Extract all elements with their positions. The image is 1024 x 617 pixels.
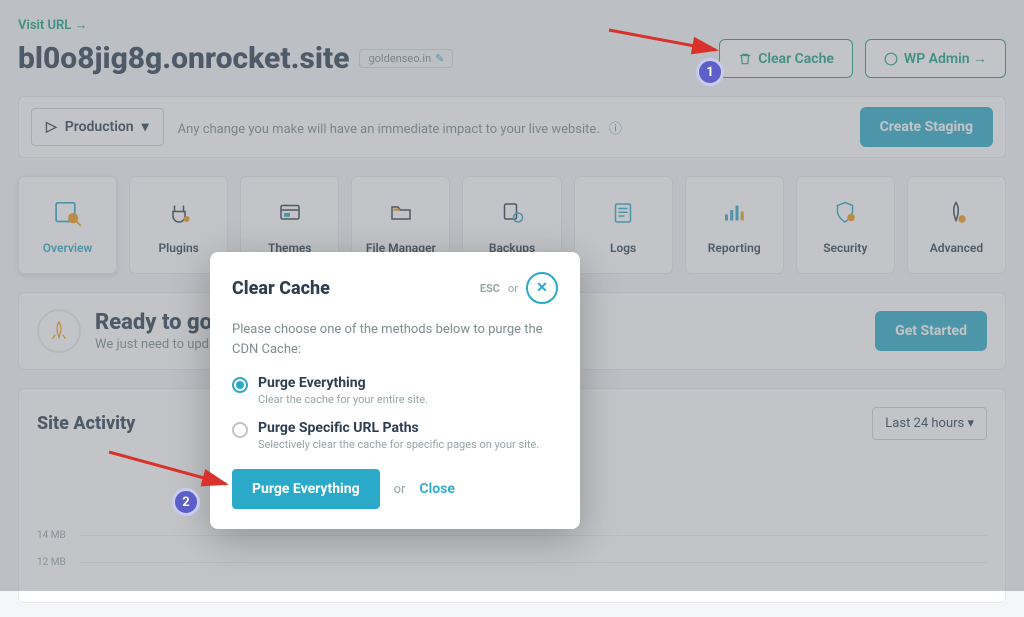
radio-purge-specific[interactable]: Purge Specific URL Paths Selectively cle… (232, 420, 558, 451)
modal-description: Please choose one of the methods below t… (232, 320, 558, 359)
close-link[interactable]: Close (419, 481, 454, 497)
close-icon: ✕ (536, 280, 548, 296)
purge-everything-button[interactable]: Purge Everything (232, 469, 380, 509)
clear-cache-modal: Clear Cache ESC or ✕ Please choose one o… (210, 252, 580, 529)
modal-title: Clear Cache (232, 278, 330, 299)
annotation-badge-2: 2 (172, 488, 200, 516)
radio-unselected-icon (232, 422, 248, 438)
modal-close-button[interactable]: ✕ (526, 272, 558, 304)
radio-selected-icon (232, 377, 248, 393)
radio-purge-everything[interactable]: Purge Everything Clear the cache for you… (232, 375, 558, 406)
annotation-badge-1: 1 (696, 58, 724, 86)
